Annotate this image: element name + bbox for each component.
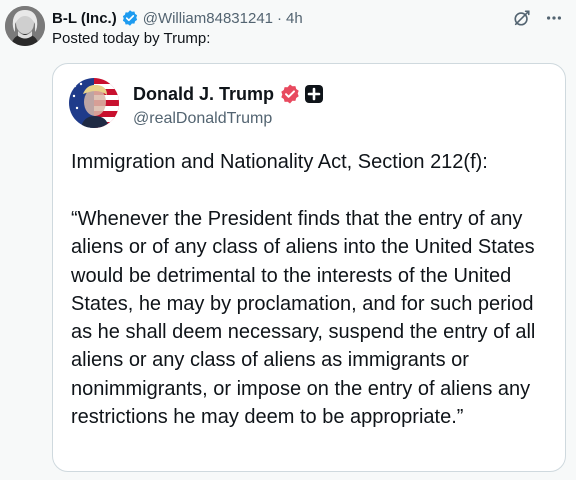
- post-actions: [512, 8, 564, 28]
- separator-dot: ·: [277, 9, 283, 27]
- truth-verified-icon: [281, 84, 299, 104]
- author-avatar[interactable]: [5, 6, 45, 46]
- quoted-paragraph: “Whenever the President finds that the e…: [71, 208, 536, 429]
- quoted-author-handle[interactable]: @realDonaldTrump: [133, 110, 272, 128]
- more-button[interactable]: [544, 8, 564, 28]
- post-text: Posted today by Trump:: [52, 30, 211, 47]
- avatar-image: [5, 6, 45, 46]
- post[interactable]: B-L (Inc.) @William84831241 · 4h Posted …: [0, 0, 576, 480]
- quoted-post[interactable]: Donald J. Trump @realDonaldTrump Immigra…: [52, 63, 566, 472]
- quoted-author-avatar[interactable]: [69, 78, 119, 128]
- quoted-avatar-image: [69, 78, 119, 128]
- quoted-header: Donald J. Trump: [133, 83, 324, 105]
- author-handle[interactable]: @William84831241: [143, 10, 273, 27]
- quoted-author-name[interactable]: Donald J. Trump: [133, 84, 274, 105]
- more-icon: [546, 16, 562, 20]
- truth-plus-icon: [305, 85, 324, 103]
- author-name[interactable]: B-L (Inc.): [52, 10, 117, 27]
- grok-icon: [514, 10, 530, 26]
- post-header: B-L (Inc.) @William84831241 · 4h: [52, 7, 522, 29]
- grok-button[interactable]: [512, 8, 532, 28]
- verified-badge-icon: [122, 10, 137, 26]
- post-time[interactable]: 4h: [286, 10, 303, 27]
- quoted-title: Immigration and Nationality Act, Section…: [71, 151, 488, 173]
